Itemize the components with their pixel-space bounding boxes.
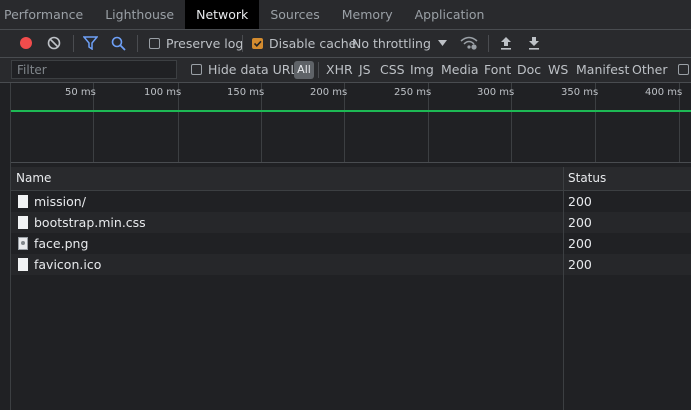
table-row[interactable]: favicon.ico 200 xyxy=(11,254,691,275)
search-icon[interactable] xyxy=(111,36,126,51)
column-divider[interactable] xyxy=(563,167,564,410)
type-filter-img[interactable]: Img xyxy=(410,61,434,79)
disable-cache-checkbox[interactable] xyxy=(252,38,263,49)
left-rail xyxy=(0,83,11,410)
import-har-icon[interactable] xyxy=(500,36,512,50)
preserve-log-label[interactable]: Preserve log xyxy=(166,36,243,51)
record-icon[interactable] xyxy=(19,36,33,50)
chevron-down-icon[interactable] xyxy=(438,40,447,46)
type-filter-xhr[interactable]: XHR xyxy=(326,61,353,79)
request-status: 200 xyxy=(568,236,592,251)
type-filter-manifest[interactable]: Manifest xyxy=(576,61,629,79)
filter-input[interactable] xyxy=(11,60,177,79)
toolbar-divider xyxy=(73,35,74,52)
timeline-tick-label: 250 ms xyxy=(394,87,432,98)
column-header-status[interactable]: Status xyxy=(568,167,606,190)
request-status: 200 xyxy=(568,215,592,230)
type-filter-ws[interactable]: WS xyxy=(548,61,568,79)
timeline-tick-label: 100 ms xyxy=(144,87,182,98)
timeline-tick-label: 400 ms xyxy=(645,87,683,98)
column-header-name[interactable]: Name xyxy=(16,167,51,190)
timeline-tick-label: 300 ms xyxy=(477,87,515,98)
timeline-tick-label: 350 ms xyxy=(561,87,599,98)
hide-data-urls-checkbox[interactable] xyxy=(191,64,202,75)
type-filter-all[interactable]: All xyxy=(294,61,314,79)
request-name: face.png xyxy=(34,236,89,251)
type-filter-doc[interactable]: Doc xyxy=(517,61,541,79)
document-icon xyxy=(18,216,28,229)
image-icon xyxy=(18,237,28,250)
tab-application[interactable]: Application xyxy=(404,0,496,29)
request-name: favicon.ico xyxy=(34,257,102,272)
requests-table-header: Name Status xyxy=(11,167,691,191)
disable-cache-label[interactable]: Disable cache xyxy=(269,36,356,51)
type-filter-font[interactable]: Font xyxy=(484,61,511,79)
network-overview-timeline[interactable]: 50 ms 100 ms 150 ms 200 ms 250 ms 300 ms… xyxy=(11,83,691,163)
network-toolbar: Preserve log Disable cache No throttling xyxy=(0,30,691,58)
network-conditions-icon[interactable] xyxy=(460,35,478,51)
blocked-requests-checkbox[interactable] xyxy=(678,64,689,75)
timeline-tick-label: 150 ms xyxy=(227,87,265,98)
requests-table: Name Status mission/ 200 bootstrap.min.c… xyxy=(11,163,691,410)
type-filter-other[interactable]: Other xyxy=(632,61,668,79)
hide-data-urls-label[interactable]: Hide data URLs xyxy=(208,62,304,77)
request-status: 200 xyxy=(568,194,592,209)
type-filter-css[interactable]: CSS xyxy=(380,61,405,79)
preserve-log-checkbox[interactable] xyxy=(149,38,160,49)
toolbar-divider xyxy=(488,35,489,52)
filter-bar: Hide data URLs All XHR JS CSS Img Media … xyxy=(0,58,691,83)
export-har-icon[interactable] xyxy=(528,36,540,50)
tab-network[interactable]: Network xyxy=(185,0,260,29)
tab-performance[interactable]: Performance xyxy=(0,0,94,29)
request-status: 200 xyxy=(568,257,592,272)
filter-divider xyxy=(318,62,319,78)
document-icon xyxy=(18,195,28,208)
throttling-select[interactable]: No throttling xyxy=(352,36,431,51)
filter-icon[interactable] xyxy=(83,36,98,50)
table-row[interactable]: mission/ 200 xyxy=(11,191,691,212)
toolbar-divider xyxy=(137,35,138,52)
timeline-request-bar xyxy=(11,110,691,112)
document-icon xyxy=(18,258,28,271)
type-filter-js[interactable]: JS xyxy=(359,61,371,79)
toolbar-divider xyxy=(242,35,243,52)
table-row[interactable]: face.png 200 xyxy=(11,233,691,254)
type-filter-media[interactable]: Media xyxy=(441,61,479,79)
timeline-tick-label: 50 ms xyxy=(65,87,96,98)
request-name: mission/ xyxy=(34,194,86,209)
tab-sources[interactable]: Sources xyxy=(259,0,330,29)
timeline-tick-label: 200 ms xyxy=(310,87,348,98)
tab-lighthouse[interactable]: Lighthouse xyxy=(94,0,185,29)
request-name: bootstrap.min.css xyxy=(34,215,146,230)
table-row[interactable]: bootstrap.min.css 200 xyxy=(11,212,691,233)
clear-icon[interactable] xyxy=(47,36,61,50)
tab-memory[interactable]: Memory xyxy=(331,0,404,29)
devtools-tab-strip: Performance Lighthouse Network Sources M… xyxy=(0,0,691,30)
